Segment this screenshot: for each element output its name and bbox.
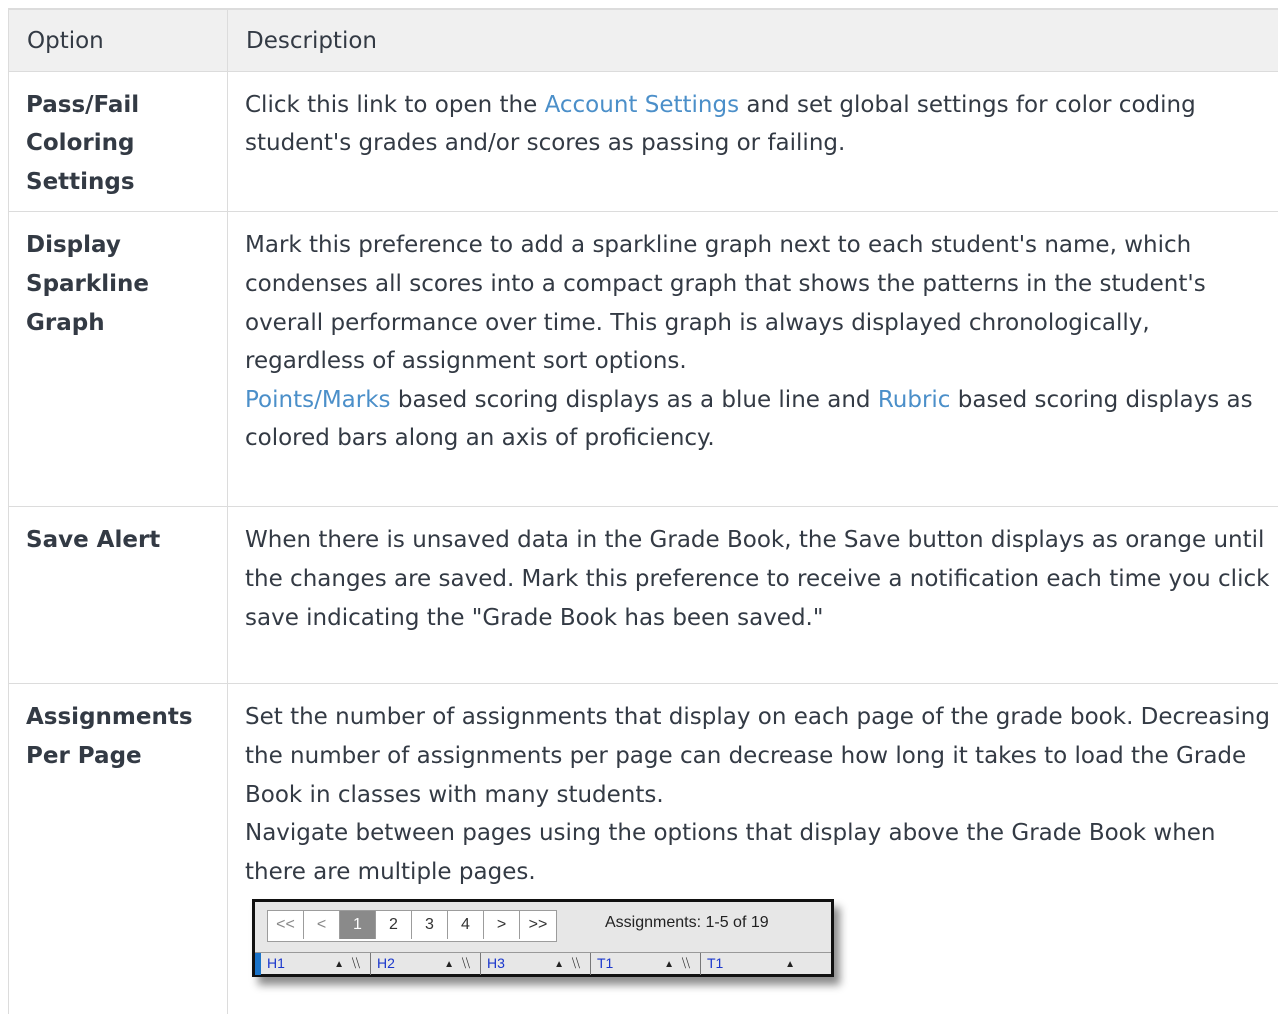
option-description: Mark this preference to add a sparkline …	[228, 212, 1278, 507]
sort-arrow-icon[interactable]: ▲	[554, 959, 564, 970]
option-name: Save Alert	[9, 507, 228, 684]
description-text: Click this link to open the	[245, 92, 545, 118]
page-2-button[interactable]: 2	[376, 911, 412, 939]
pager-screenshot: << < 1 2 3 4 > >> Assignments: 1-5 of 19…	[252, 899, 834, 977]
account-settings-link[interactable]: Account Settings	[545, 92, 740, 118]
description-column-header: Description	[228, 9, 1278, 71]
description-text: Navigate between pages using the options…	[245, 814, 1270, 891]
assignment-column-header[interactable]: H1 ▲ ⧹⧹	[261, 953, 371, 975]
assignment-label: H1	[267, 955, 285, 971]
attachment-icon: ⧹⧹	[572, 956, 580, 971]
description-paragraph: Points/Marks based scoring displays as a…	[245, 381, 1270, 458]
first-page-button[interactable]: <<	[268, 911, 304, 939]
assignment-label: T1	[597, 955, 613, 971]
assignment-column-header[interactable]: T1 ▲ ⧹⧹	[591, 953, 701, 975]
option-column-header: Option	[9, 9, 228, 71]
last-page-button[interactable]: >>	[520, 911, 556, 939]
sort-arrow-icon[interactable]: ▲	[444, 959, 454, 970]
points-marks-link[interactable]: Points/Marks	[245, 387, 391, 413]
assignment-label: H3	[487, 955, 505, 971]
description-text: based scoring displays as a blue line an…	[391, 387, 878, 413]
option-name: Pass/Fail Coloring Settings	[9, 71, 228, 212]
table-row: Save Alert When there is unsaved data in…	[9, 507, 1278, 684]
page-1-button[interactable]: 1	[340, 911, 376, 939]
assignment-column-header[interactable]: H2 ▲ ⧹⧹	[371, 953, 481, 975]
attachment-icon: ⧹⧹	[682, 956, 690, 971]
sort-arrow-icon[interactable]: ▲	[664, 959, 674, 970]
description-text: Set the number of assignments that displ…	[245, 698, 1270, 814]
sort-arrow-icon[interactable]: ▲	[785, 959, 795, 970]
assignment-column-header[interactable]: H3 ▲ ⧹⧹	[481, 953, 591, 975]
assignment-label: T1	[707, 955, 723, 971]
assignments-count: Assignments: 1-5 of 19	[605, 914, 769, 932]
sort-arrow-icon[interactable]: ▲	[334, 959, 344, 970]
attachment-icon: ⧹⧹	[352, 956, 360, 971]
rubric-link[interactable]: Rubric	[878, 387, 951, 413]
assignment-label: H2	[377, 955, 395, 971]
option-name: Assignments Per Page	[9, 684, 228, 1014]
table-header-row: Option Description	[9, 9, 1278, 71]
table-row: Pass/Fail Coloring Settings Click this l…	[9, 71, 1278, 212]
description-text: Mark this preference to add a sparkline …	[245, 226, 1270, 380]
preferences-table: Option Description Pass/Fail Coloring Se…	[8, 8, 1278, 1014]
table-row: Assignments Per Page Set the number of a…	[9, 684, 1278, 1014]
page-4-button[interactable]: 4	[448, 911, 484, 939]
assignment-column-header[interactable]: T1 ▲	[701, 953, 821, 975]
option-name: Display Sparkline Graph	[9, 212, 228, 507]
attachment-icon: ⧹⧹	[462, 956, 470, 971]
table-row: Display Sparkline Graph Mark this prefer…	[9, 212, 1278, 507]
pagination-bar: << < 1 2 3 4 > >>	[267, 910, 557, 942]
option-description: When there is unsaved data in the Grade …	[228, 507, 1278, 684]
next-page-button[interactable]: >	[484, 911, 520, 939]
option-description: Click this link to open the Account Sett…	[228, 71, 1278, 212]
page-3-button[interactable]: 3	[412, 911, 448, 939]
option-description: Set the number of assignments that displ…	[228, 684, 1278, 1014]
previous-page-button[interactable]: <	[304, 911, 340, 939]
